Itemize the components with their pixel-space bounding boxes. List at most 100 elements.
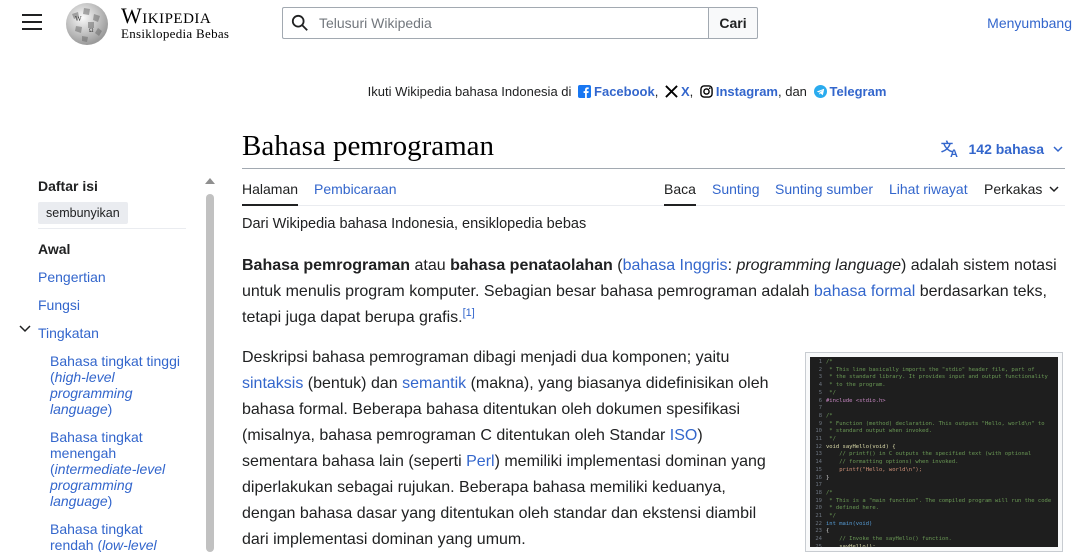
search-input[interactable] [319, 15, 689, 31]
toc-hide-button[interactable]: sembunyikan [38, 202, 128, 224]
code-line: 17 [812, 482, 1058, 490]
text-run: ( [612, 257, 623, 274]
description-paragraph: Deskripsi bahasa pemrograman dibagi menj… [242, 345, 782, 552]
chevron-down-icon[interactable] [18, 322, 32, 336]
code-line: 12 void sayHello(void) { [812, 444, 1058, 452]
code-line-text: { [826, 528, 830, 535]
facebook-link[interactable]: Facebook [594, 84, 655, 99]
toc-sub-item-intermediate-level[interactable]: Bahasa tingkat menengah (intermediate-le… [50, 429, 190, 509]
code-line-number: 1 [818, 359, 822, 365]
link-semantik[interactable]: semantik [402, 375, 466, 392]
tab-sunting[interactable]: Sunting [712, 181, 759, 197]
language-button[interactable]: 文 A 142 bahasa [941, 140, 1065, 158]
code-line: 7 [812, 405, 1058, 413]
instagram-link[interactable]: Instagram [716, 84, 778, 99]
tab-baca[interactable]: Baca [664, 181, 696, 197]
tab-sunting-sumber[interactable]: Sunting sumber [775, 181, 873, 197]
banner-and: , dan [778, 84, 807, 99]
svg-text:W: W [75, 15, 82, 23]
code-line: 21 */ [812, 513, 1058, 521]
toc-scrollbar[interactable] [204, 176, 216, 552]
search-button[interactable]: Cari [708, 7, 758, 39]
code-screenshot: 1 /* 2 * This line basically imports the "… [810, 357, 1058, 547]
toc-sub-item-low-level[interactable]: Bahasa tingkat rendah (low-level [50, 521, 190, 552]
tab-halaman[interactable]: Halaman [242, 181, 298, 197]
code-line-number: 11 [815, 436, 822, 443]
code-line-text: sayHello(); [826, 543, 876, 547]
code-line: 5 */ [812, 390, 1058, 398]
italic-term: programming language [736, 257, 901, 274]
link-sintaksis[interactable]: sintaksis [242, 375, 303, 392]
code-line-text: /* [826, 489, 833, 496]
toc-section-tingkatan[interactable]: Tingkatan [19, 325, 99, 341]
title-divider [242, 168, 1065, 169]
toc-sub-item-high-level[interactable]: Bahasa tingkat tinggi (high-level progra… [50, 353, 190, 417]
code-line-number: 6 [818, 397, 822, 404]
banner-prefix: Ikuti Wikipedia bahasa Indonesia di [367, 84, 572, 99]
code-line-number: 20 [815, 505, 822, 512]
code-line: 9 * Function (method) declaration. This … [812, 421, 1058, 429]
bold-term: Bahasa pemrograman [242, 257, 411, 274]
code-line-number: 19 [815, 497, 822, 504]
x-link[interactable]: X [681, 84, 690, 99]
code-line-number: 15 [815, 466, 822, 473]
code-line-text: * defined here. [826, 505, 879, 512]
search-box[interactable] [282, 7, 710, 39]
code-example-image[interactable]: 1 /* 2 * This line basically imports the "… [805, 352, 1063, 552]
code-line-number: 5 [818, 389, 822, 396]
table-of-contents: Daftar isi sembunyikan Awal Pengertian F… [19, 178, 198, 552]
social-banner: Ikuti Wikipedia bahasa Indonesia di Face… [367, 84, 887, 99]
donate-link[interactable]: Menyumbang [987, 15, 1072, 31]
code-line-number: 14 [815, 459, 822, 466]
code-line-text: */ [826, 436, 836, 443]
code-line: 18 /* [812, 490, 1058, 498]
code-line: 15 printf("Hello, world\n"); [812, 467, 1058, 475]
scroll-up-arrow-icon[interactable] [205, 178, 215, 184]
facebook-icon [578, 85, 592, 98]
wikipedia-globe-logo[interactable]: W Ω [62, 0, 112, 46]
instagram-icon [700, 85, 713, 98]
intro-paragraph: Bahasa pemrograman atau bahasa penataola… [242, 253, 1062, 331]
link-perl[interactable]: Perl [466, 453, 494, 470]
code-line-number: 4 [818, 382, 822, 389]
toc-divider [38, 228, 186, 229]
code-line-text: * This is a "main function". The compile… [826, 497, 1052, 504]
tab-pembicaraan[interactable]: Pembicaraan [314, 181, 397, 197]
toc-item-fungsi[interactable]: Fungsi [38, 297, 80, 313]
toc-title: Daftar isi [38, 178, 98, 194]
code-line-text: // Invoke the sayHello() function. [826, 536, 952, 543]
code-line-text: * the standard library. It provides inpu… [826, 374, 1048, 381]
code-line: 3 * the standard library. It provides in… [812, 374, 1058, 382]
telegram-link[interactable]: Telegram [830, 84, 887, 99]
toc-item-pengertian[interactable]: Pengertian [38, 269, 106, 285]
telegram-icon [813, 85, 827, 98]
site-sub-title: Dari Wikipedia bahasa Indonesia, ensiklo… [242, 216, 587, 232]
toc-sub-italic: low-level [102, 537, 157, 552]
svg-text:A: A [950, 148, 958, 158]
main-menu-button[interactable] [22, 14, 42, 32]
link-bahasa-formal[interactable]: bahasa formal [814, 283, 915, 300]
link-iso[interactable]: ISO [670, 427, 698, 444]
toc-item-awal[interactable]: Awal [38, 241, 70, 257]
code-line: 22 int main(void) [812, 521, 1058, 529]
tools-menu[interactable]: Perkakas [984, 181, 1060, 197]
toc-sub-end: ) [107, 401, 113, 417]
code-line-text: #include <stdio.h> [826, 397, 886, 404]
link-bahasa-inggris[interactable]: bahasa Inggris [623, 257, 728, 274]
scroll-thumb[interactable] [206, 194, 214, 552]
chevron-down-icon [1049, 186, 1059, 193]
reference-link[interactable]: [1] [463, 307, 475, 319]
toc-sub-end: ) [107, 493, 113, 509]
code-line: 1 /* [812, 359, 1058, 367]
code-line-text: * Function (method) declaration. This ou… [826, 420, 1045, 427]
text-run: atau [410, 257, 451, 274]
code-line-number: 9 [818, 420, 822, 427]
code-line-number: 24 [815, 536, 822, 543]
translate-icon: 文 A [941, 140, 958, 158]
bold-term: bahasa penataolahan [450, 257, 613, 274]
toc-item-tingkatan[interactable]: Tingkatan [38, 325, 99, 341]
tab-lihat-riwayat[interactable]: Lihat riwayat [889, 181, 968, 197]
code-line: 14 // formatting options) when invoked. [812, 459, 1058, 467]
code-line: 4 * to the program. [812, 382, 1058, 390]
code-line-number: 10 [815, 428, 822, 435]
